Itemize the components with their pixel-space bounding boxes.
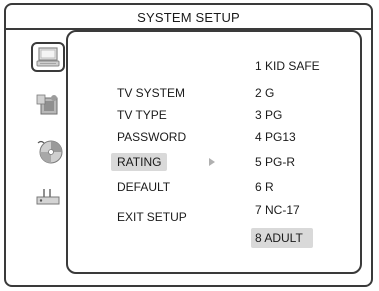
- settings-device-icon: [36, 189, 60, 205]
- rating-option-g[interactable]: 2 G: [255, 86, 274, 100]
- menu-item-rating[interactable]: RATING: [111, 153, 168, 171]
- rating-option-pg[interactable]: 3 PG: [255, 108, 282, 122]
- menu-item-password[interactable]: PASSWORD: [117, 130, 186, 144]
- language-setup-icon[interactable]: [31, 89, 65, 119]
- rating-option-pg13[interactable]: 4 PG13: [255, 130, 296, 144]
- preference-setup-icon[interactable]: [31, 182, 65, 212]
- menu-item-exit-setup[interactable]: EXIT SETUP: [117, 210, 187, 224]
- page-title: SYSTEM SETUP: [137, 10, 240, 25]
- disc-speaker-icon: [37, 140, 63, 164]
- globe-book-icon: [36, 94, 58, 115]
- rating-option-r[interactable]: 6 R: [255, 180, 274, 194]
- menu-item-tv-system[interactable]: TV SYSTEM: [117, 86, 185, 100]
- rating-option-pg-r[interactable]: 5 PG-R: [255, 155, 295, 169]
- rating-option-adult[interactable]: 8 ADULT: [251, 228, 313, 248]
- system-setup-icon[interactable]: [31, 42, 65, 72]
- rating-option-nc-17[interactable]: 7 NC-17: [255, 203, 300, 217]
- monitor-icon: [36, 47, 60, 67]
- rating-option-kid-safe[interactable]: 1 KID SAFE: [255, 59, 320, 73]
- audio-setup-icon[interactable]: [33, 136, 67, 166]
- submenu-arrow-icon: [209, 158, 215, 166]
- menu-item-tv-type[interactable]: TV TYPE: [117, 108, 167, 122]
- menu-item-default[interactable]: DEFAULT: [117, 180, 170, 194]
